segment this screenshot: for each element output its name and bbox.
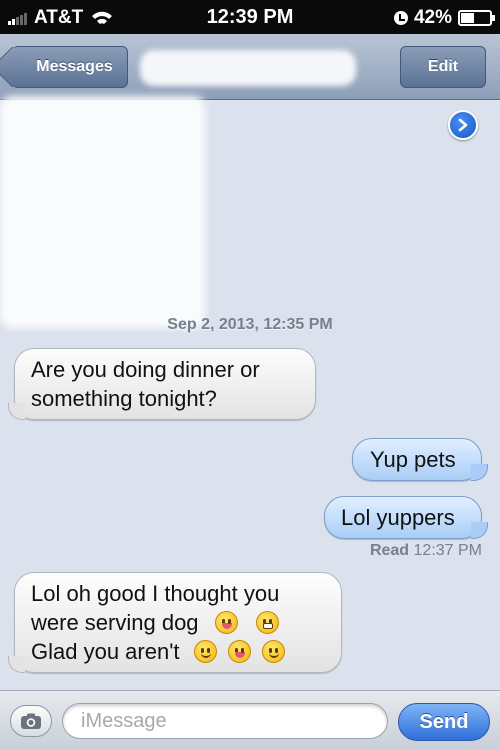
message-line: Lol oh good I thought you bbox=[31, 581, 280, 606]
contact-name-redacted bbox=[140, 50, 356, 86]
conversation-timestamp: Sep 2, 2013, 12:35 PM bbox=[167, 316, 333, 333]
read-receipt: Read 12:37 PM bbox=[370, 542, 482, 560]
message-line-with-emoji: were serving dog bbox=[31, 608, 325, 637]
rotation-lock-icon bbox=[393, 11, 408, 25]
status-bar: AT&T 12:39 PM 42% bbox=[0, 0, 500, 34]
message-line: Are you doing dinner or bbox=[31, 357, 260, 382]
status-right: 42% bbox=[393, 7, 495, 29]
message-line: something tonight? bbox=[31, 386, 217, 411]
back-button-label: Messages bbox=[36, 58, 113, 75]
read-time: 12:37 PM bbox=[413, 542, 482, 559]
contact-detail-button[interactable] bbox=[448, 110, 478, 140]
battery-icon bbox=[458, 10, 495, 26]
message-bubble-incoming[interactable]: Lol oh good I thought you were serving d… bbox=[8, 572, 342, 673]
tongue-out-emoji-icon bbox=[227, 640, 251, 663]
send-button[interactable]: Send bbox=[398, 703, 490, 741]
message-line-with-emoji: Glad you aren't bbox=[31, 637, 325, 666]
smiley-emoji-icon bbox=[193, 640, 217, 663]
message-text: Lol yuppers bbox=[341, 505, 455, 530]
input-bar: Send bbox=[0, 690, 500, 750]
winking-tongue-emoji-icon bbox=[214, 611, 238, 634]
message-bubble-outgoing[interactable]: Yup pets bbox=[352, 438, 488, 481]
redacted-region bbox=[0, 96, 205, 328]
edit-button[interactable]: Edit bbox=[400, 46, 486, 88]
message-line-text: Glad you aren't bbox=[31, 639, 180, 664]
battery-percent: 42% bbox=[413, 7, 452, 28]
grimacing-emoji-icon bbox=[255, 611, 279, 634]
edit-button-label: Edit bbox=[427, 58, 459, 75]
message-line-text: were serving dog bbox=[31, 610, 199, 635]
nav-bar: Messages Edit bbox=[0, 34, 500, 100]
chevron-right-icon bbox=[458, 118, 468, 132]
message-input[interactable] bbox=[62, 703, 388, 739]
message-bubble-outgoing[interactable]: Lol yuppers bbox=[324, 496, 488, 539]
camera-icon bbox=[21, 713, 41, 729]
camera-button[interactable] bbox=[10, 705, 52, 737]
smile-emoji-icon bbox=[261, 640, 285, 663]
back-button[interactable]: Messages bbox=[12, 46, 128, 88]
read-label: Read bbox=[369, 542, 410, 559]
message-text: Yup pets bbox=[370, 447, 456, 472]
message-bubble-incoming[interactable]: Are you doing dinner or something tonigh… bbox=[8, 348, 316, 420]
